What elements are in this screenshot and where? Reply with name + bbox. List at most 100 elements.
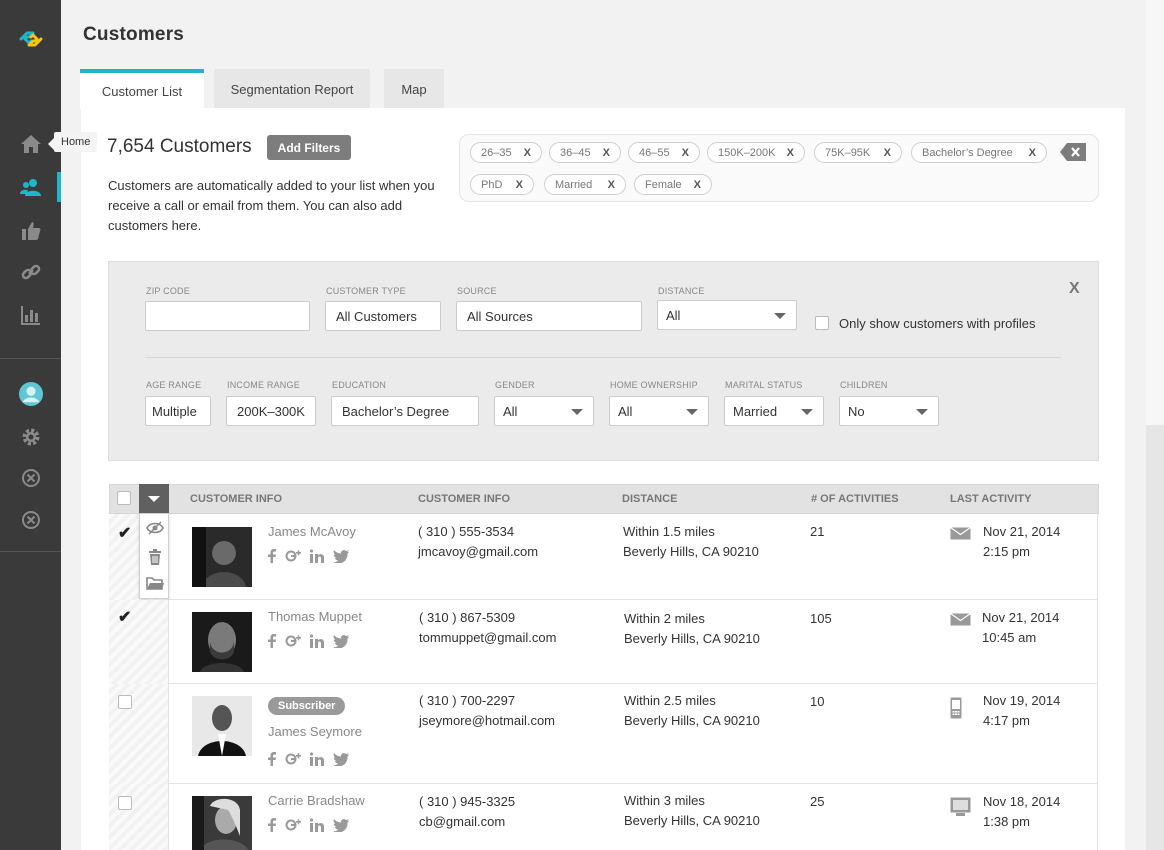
- chip-remove-button[interactable]: X: [593, 147, 610, 159]
- last-activity-time: 4:17 pm: [983, 713, 1030, 728]
- customer-distance: Within 1.5 miles: [623, 524, 715, 539]
- google-plus-icon[interactable]: [285, 634, 301, 653]
- zip-label: ZIP CODE: [146, 286, 190, 296]
- home-ownership-select[interactable]: All: [609, 396, 709, 426]
- row-select-cell: [109, 784, 169, 850]
- tab-segmentation-report[interactable]: Segmentation Report: [214, 69, 370, 109]
- sidebar-divider: [0, 551, 61, 552]
- linkedin-icon[interactable]: [309, 752, 324, 771]
- distance-select[interactable]: All: [657, 300, 797, 330]
- tab-map[interactable]: Map: [384, 69, 444, 109]
- gear-icon[interactable]: [19, 425, 43, 449]
- scrollbar-track[interactable]: [1146, 0, 1164, 850]
- avatar[interactable]: [19, 382, 43, 406]
- linkedin-icon[interactable]: [309, 549, 324, 568]
- twitter-icon[interactable]: [333, 634, 349, 653]
- active-indicator: [57, 172, 61, 202]
- header-distance[interactable]: DISTANCE: [622, 493, 677, 505]
- bulk-actions-dropdown[interactable]: [139, 484, 169, 514]
- tab-customer-list[interactable]: Customer List: [80, 69, 204, 109]
- customer-email[interactable]: jmcavoy@gmail.com: [418, 542, 538, 562]
- zip-input[interactable]: [145, 301, 310, 331]
- row-actions-menu: [139, 513, 169, 599]
- checkmark-icon[interactable]: ✔: [118, 607, 131, 627]
- customer-name[interactable]: James McAvoy: [268, 524, 356, 539]
- close-circle-icon[interactable]: [19, 508, 43, 532]
- eye-icon[interactable]: [146, 519, 164, 537]
- google-plus-icon[interactable]: [285, 818, 301, 837]
- chip-remove-button[interactable]: X: [874, 147, 891, 159]
- facebook-icon[interactable]: [268, 818, 276, 837]
- customer-photo[interactable]: [192, 612, 252, 672]
- chip-remove-button[interactable]: X: [514, 147, 531, 159]
- twitter-icon[interactable]: [333, 752, 349, 771]
- header-activities[interactable]: # OF ACTIVITIES: [811, 493, 899, 505]
- twitter-icon[interactable]: [333, 549, 349, 568]
- chip-label: 36–45: [560, 146, 591, 159]
- filters-divider: [145, 357, 1061, 358]
- header-customer-info[interactable]: CUSTOMER INFO: [190, 493, 282, 505]
- google-plus-icon[interactable]: [285, 752, 301, 771]
- checkmark-icon[interactable]: ✔: [118, 523, 131, 543]
- reports-icon[interactable]: [19, 303, 43, 327]
- facebook-icon[interactable]: [268, 752, 276, 771]
- home-icon[interactable]: [19, 132, 43, 156]
- row-checkbox[interactable]: [118, 695, 132, 709]
- google-plus-icon[interactable]: [285, 549, 301, 568]
- trash-icon[interactable]: [146, 548, 164, 566]
- chip-remove-button[interactable]: X: [777, 147, 794, 159]
- income-field[interactable]: 200K–300K: [226, 396, 316, 426]
- filter-chip: Married X: [544, 174, 626, 195]
- chip-remove-button[interactable]: X: [598, 179, 615, 191]
- customers-icon[interactable]: [19, 175, 43, 199]
- customer-photo[interactable]: [192, 527, 252, 587]
- thumbs-up-icon[interactable]: [19, 219, 43, 243]
- filter-chip: 36–45 X: [549, 142, 621, 163]
- chip-remove-button[interactable]: X: [684, 179, 701, 191]
- age-field[interactable]: Multiple: [145, 396, 211, 426]
- row-checkbox[interactable]: [118, 796, 132, 810]
- facebook-icon[interactable]: [268, 549, 276, 568]
- customer-photo[interactable]: [192, 796, 252, 850]
- linkedin-icon[interactable]: [309, 634, 324, 653]
- twitter-icon[interactable]: [333, 818, 349, 837]
- customer-distance: Within 2.5 miles: [624, 693, 716, 708]
- customer-email[interactable]: cb@gmail.com: [419, 812, 505, 832]
- customer-type-field[interactable]: All Customers: [325, 301, 441, 331]
- chip-label: Bachelor’s Degree: [922, 146, 1013, 159]
- customer-email[interactable]: jseymore@hotmail.com: [419, 711, 555, 731]
- chip-label: 46–55: [639, 146, 670, 159]
- chip-remove-button[interactable]: X: [506, 179, 523, 191]
- clear-all-chips-icon[interactable]: [1060, 143, 1086, 161]
- marital-label: MARITAL STATUS: [725, 380, 803, 390]
- gender-label: GENDER: [495, 380, 535, 390]
- header-last-activity[interactable]: LAST ACTIVITY: [950, 493, 1031, 505]
- chip-remove-button[interactable]: X: [672, 147, 689, 159]
- last-activity-time: 1:38 pm: [983, 814, 1030, 829]
- close-filters-button[interactable]: X: [1069, 280, 1080, 298]
- customer-name[interactable]: Thomas Muppet: [268, 609, 362, 624]
- link-icon[interactable]: [19, 260, 43, 284]
- children-select[interactable]: No: [839, 396, 939, 426]
- source-field[interactable]: All Sources: [456, 301, 642, 331]
- chip-remove-button[interactable]: X: [1019, 147, 1036, 159]
- close-circle-icon[interactable]: [19, 466, 43, 490]
- activity-count: 105: [810, 611, 832, 626]
- customer-email[interactable]: tommuppet@gmail.com: [419, 628, 556, 648]
- folder-icon[interactable]: [146, 574, 164, 592]
- logo-icon[interactable]: [17, 27, 45, 51]
- education-field[interactable]: Bachelor’s Degree: [331, 396, 479, 426]
- marital-select[interactable]: Married: [724, 396, 824, 426]
- scrollbar-thumb[interactable]: [1146, 0, 1164, 425]
- facebook-icon[interactable]: [268, 634, 276, 653]
- activity-count: 25: [810, 794, 825, 809]
- customer-photo[interactable]: [192, 696, 252, 756]
- add-filters-button[interactable]: Add Filters: [267, 135, 351, 160]
- header-customer-contact[interactable]: CUSTOMER INFO: [418, 493, 510, 505]
- gender-select[interactable]: All: [494, 396, 594, 426]
- profiles-only-checkbox[interactable]: [815, 316, 829, 330]
- linkedin-icon[interactable]: [309, 818, 324, 837]
- select-all-checkbox[interactable]: [117, 491, 131, 505]
- customer-name[interactable]: Carrie Bradshaw: [268, 793, 365, 808]
- customer-name[interactable]: James Seymore: [268, 724, 362, 739]
